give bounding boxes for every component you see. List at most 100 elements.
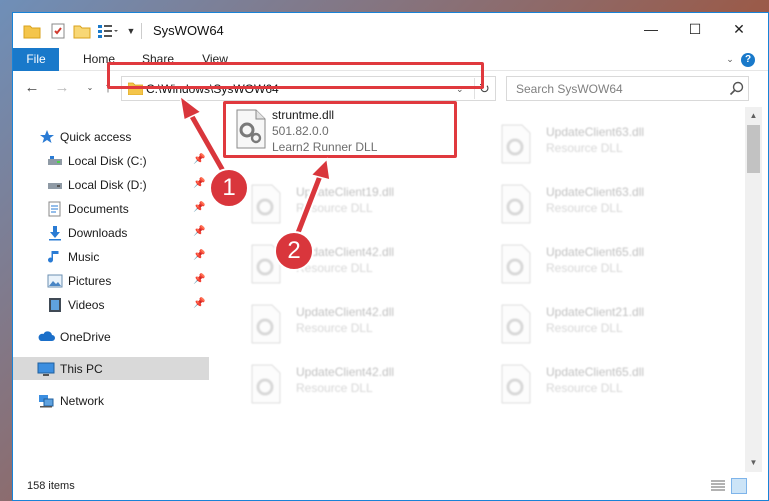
maximize-button[interactable]: ☐	[672, 13, 718, 45]
tab-view[interactable]: View	[195, 48, 235, 71]
address-bar[interactable]: C:\Windows\SysWOW64 ⌄ ↻	[121, 76, 496, 101]
nav-item-pictures[interactable]: Pictures 📌	[13, 269, 209, 292]
nav-item-local-disk-d[interactable]: Local Disk (D:) 📌	[13, 173, 209, 196]
file-type: Resource DLL	[546, 261, 623, 275]
pin-icon[interactable]: 📌	[193, 154, 205, 165]
nav-label: Downloads	[68, 226, 128, 240]
dll-file-icon	[234, 109, 268, 149]
title-bar: ▼ SysWOW64 — ☐ ✕	[13, 13, 768, 48]
network-icon	[37, 393, 54, 409]
status-bar: 158 items	[13, 472, 768, 500]
refresh-icon[interactable]: ↻	[474, 78, 494, 99]
file-tile[interactable]: UpdateClient65.dll Resource DLL	[488, 357, 718, 413]
help-icon[interactable]: ?	[741, 53, 755, 67]
nav-label: Pictures	[68, 274, 112, 288]
nav-item-onedrive[interactable]: OneDrive	[13, 325, 209, 348]
struntme-dll-tile[interactable]: struntme.dll 501.82.0.0 Learn2 Runner DL…	[223, 101, 457, 158]
folder-icon[interactable]	[23, 22, 41, 40]
dll-file-icon	[498, 183, 534, 225]
view-options-icon[interactable]	[97, 22, 118, 40]
minimize-button[interactable]: —	[628, 13, 674, 45]
nav-item-downloads[interactable]: Downloads 📌	[13, 221, 209, 244]
new-folder-icon[interactable]	[73, 22, 91, 40]
details-view-icon[interactable]	[711, 480, 725, 492]
forward-button[interactable]: →	[53, 79, 71, 97]
file-tile[interactable]: UpdateClient42.dll Resource DLL	[238, 357, 468, 413]
recent-locations-icon[interactable]: ⌄	[81, 79, 99, 97]
nav-label: Local Disk (C:)	[68, 154, 147, 168]
nav-label: Quick access	[60, 130, 132, 144]
file-tile[interactable]: UpdateClient21.dll Resource DLL	[488, 297, 718, 353]
address-path[interactable]: C:\Windows\SysWOW64	[146, 82, 279, 96]
properties-icon[interactable]	[49, 22, 67, 40]
search-icon[interactable]	[729, 81, 745, 97]
search-box[interactable]: Search SysWOW64	[506, 76, 749, 101]
file-name: UpdateClient42.dll	[296, 365, 395, 379]
dll-file-icon	[498, 303, 534, 345]
address-history-icon[interactable]: ⌄	[456, 80, 464, 98]
dll-file-icon	[248, 363, 284, 405]
vertical-scrollbar[interactable]: ▲ ▼	[745, 107, 762, 472]
file-name: UpdateClient42.dll	[296, 305, 395, 319]
nav-item-documents[interactable]: Documents 📌	[13, 197, 209, 220]
file-tile[interactable]: UpdateClient42.dll Resource DLL	[238, 237, 468, 293]
file-name: UpdateClient19.dll	[296, 185, 395, 199]
pictures-icon	[47, 273, 63, 289]
dll-file-icon	[498, 243, 534, 285]
large-icons-view-icon[interactable]	[731, 478, 747, 494]
nav-item-music[interactable]: Music 📌	[13, 245, 209, 268]
file-name: UpdateClient63.dll	[546, 125, 645, 139]
step-1-badge: 1	[209, 168, 249, 208]
file-list: UpdateClient63.dll Resource DLL UpdateCl…	[225, 107, 745, 472]
file-type: Resource DLL	[546, 201, 623, 215]
tab-home[interactable]: Home	[77, 48, 121, 71]
scroll-up-icon[interactable]: ▲	[745, 109, 762, 123]
file-name: UpdateClient65.dll	[546, 245, 645, 259]
tab-share[interactable]: Share	[135, 48, 181, 71]
navigation-pane: Quick access Local Disk (C:) 📌 Local Dis…	[13, 107, 209, 472]
file-name: UpdateClient63.dll	[546, 185, 645, 199]
nav-item-network[interactable]: Network	[13, 389, 209, 412]
computer-icon	[37, 361, 55, 377]
nav-label: Network	[60, 394, 105, 408]
download-icon	[47, 225, 63, 241]
pin-icon[interactable]: 📌	[193, 226, 205, 237]
pin-icon[interactable]: 📌	[193, 178, 205, 189]
file-type: Resource DLL	[296, 381, 373, 395]
folder-icon	[127, 82, 144, 96]
nav-label: Videos	[68, 298, 105, 312]
nav-item-this-pc[interactable]: This PC	[13, 357, 209, 380]
pin-icon[interactable]: 📌	[193, 202, 205, 213]
file-tile[interactable]: UpdateClient63.dll Resource DLL	[488, 177, 718, 233]
file-tile[interactable]: UpdateClient19.dll Resource DLL	[238, 177, 468, 233]
expand-ribbon-icon[interactable]: ⌄	[721, 48, 739, 71]
pin-icon[interactable]: 📌	[193, 250, 205, 261]
nav-label: This PC	[60, 362, 103, 376]
up-button[interactable]: ↑	[99, 79, 117, 97]
dll-file-icon	[248, 303, 284, 345]
star-icon	[39, 129, 55, 145]
search-input[interactable]: Search SysWOW64	[516, 82, 623, 96]
nav-item-quick-access[interactable]: Quick access	[13, 125, 209, 148]
item-count: 158 items	[27, 480, 75, 492]
dll-file-icon	[248, 183, 284, 225]
documents-icon	[47, 201, 63, 217]
nav-label: Music	[68, 250, 100, 264]
explorer-window: ▼ SysWOW64 — ☐ ✕ File Home Share View ⌄ …	[12, 12, 769, 501]
file-tile[interactable]: UpdateClient65.dll Resource DLL	[488, 237, 718, 293]
file-type: Resource DLL	[546, 141, 623, 155]
nav-item-videos[interactable]: Videos 📌	[13, 293, 209, 316]
drive-icon	[47, 177, 63, 193]
tab-file[interactable]: File	[13, 48, 59, 71]
back-button[interactable]: ←	[23, 79, 41, 97]
scroll-thumb[interactable]	[747, 125, 760, 173]
pin-icon[interactable]: 📌	[193, 274, 205, 285]
customize-toolbar-icon[interactable]: ▼	[125, 22, 137, 40]
pin-icon[interactable]: 📌	[193, 298, 205, 309]
file-tile[interactable]: UpdateClient42.dll Resource DLL	[238, 297, 468, 353]
close-button[interactable]: ✕	[716, 13, 762, 45]
nav-item-local-disk-c[interactable]: Local Disk (C:) 📌	[13, 149, 209, 172]
file-type: Resource DLL	[546, 381, 623, 395]
file-tile[interactable]: UpdateClient63.dll Resource DLL	[488, 117, 718, 173]
scroll-down-icon[interactable]: ▼	[745, 456, 762, 470]
